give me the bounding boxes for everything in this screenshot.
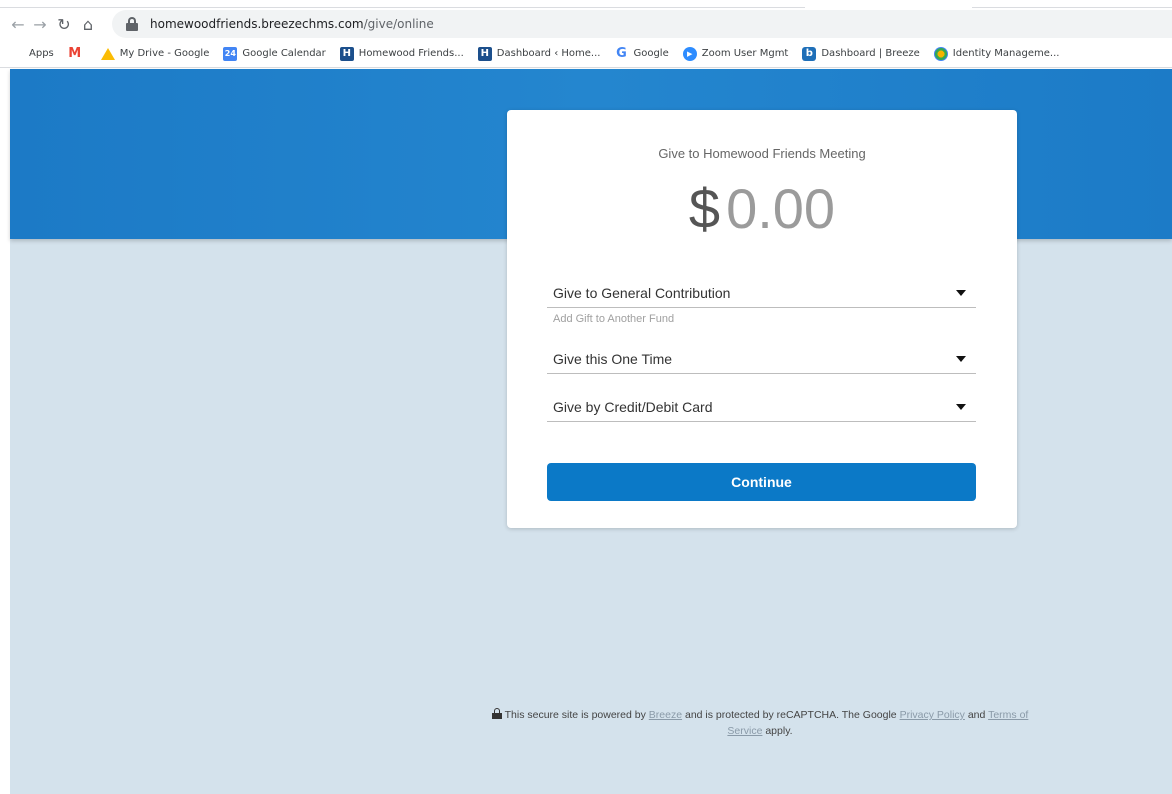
bookmark-my-drive[interactable]: My Drive - Google <box>100 47 209 60</box>
browser-toolbar: ← → ↻ ⌂ homewoodfriends.breezechms.com/g… <box>0 8 1172 40</box>
homewood-h-icon: H <box>339 46 354 61</box>
lock-icon <box>491 708 502 719</box>
tab-strip <box>0 0 1172 8</box>
giving-card: Give to Homewood Friends Meeting $0.00 G… <box>507 110 1017 528</box>
google-calendar-icon: 24 <box>223 46 238 61</box>
giving-title: Give to Homewood Friends Meeting <box>658 146 866 161</box>
continue-button[interactable]: Continue <box>547 463 976 501</box>
bookmark-dashboard-breeze[interactable]: b Dashboard | Breeze <box>802 46 920 61</box>
fund-select-value: Give to General Contribution <box>553 284 731 301</box>
amount-value: 0.00 <box>726 177 836 240</box>
bookmark-identity-management[interactable]: Identity Manageme... <box>933 46 1059 61</box>
google-g-icon: G <box>616 46 627 61</box>
forward-arrow-icon[interactable]: → <box>30 14 50 34</box>
identity-icon <box>933 46 948 61</box>
add-fund-link[interactable]: Add Gift to Another Fund <box>553 313 674 325</box>
lock-icon[interactable] <box>126 17 138 31</box>
bookmark-google-calendar[interactable]: 24 Google Calendar <box>223 46 326 61</box>
bookmark-homewood-friends[interactable]: H Homewood Friends... <box>339 46 464 61</box>
currency-symbol: $ <box>688 177 721 240</box>
caret-down-icon <box>956 290 966 296</box>
bookmark-dashboard-home[interactable]: H Dashboard ‹ Home... <box>477 46 600 61</box>
page-content: Give to Homewood Friends Meeting $0.00 G… <box>0 69 1172 794</box>
zoom-icon: ▶ <box>682 46 697 61</box>
reload-icon[interactable]: ↻ <box>54 14 74 34</box>
amount-input[interactable]: $0.00 <box>507 174 1017 244</box>
apps-grid-icon <box>10 47 24 61</box>
fund-select[interactable]: Give to General Contribution <box>547 278 976 308</box>
homewood-h-icon: H <box>477 46 492 61</box>
home-icon[interactable]: ⌂ <box>78 14 98 34</box>
bookmark-gmail[interactable]: M <box>68 46 87 61</box>
bookmark-zoom-user-mgmt[interactable]: ▶ Zoom User Mgmt <box>682 46 788 61</box>
address-bar[interactable]: homewoodfriends.breezechms.com/give/onli… <box>112 10 1172 38</box>
payment-method-select[interactable]: Give by Credit/Debit Card <box>547 392 976 422</box>
frequency-select-value: Give this One Time <box>553 350 673 367</box>
bookmark-google[interactable]: G Google <box>614 46 669 61</box>
breeze-b-icon: b <box>802 46 817 61</box>
privacy-policy-link[interactable]: Privacy Policy <box>900 709 965 721</box>
breeze-link[interactable]: Breeze <box>649 709 682 721</box>
url-text[interactable]: homewoodfriends.breezechms.com/give/onli… <box>150 17 434 31</box>
frequency-select[interactable]: Give this One Time <box>547 344 976 374</box>
bookmark-apps[interactable]: Apps <box>10 47 54 61</box>
back-arrow-icon[interactable]: ← <box>8 14 28 34</box>
caret-down-icon <box>956 356 966 362</box>
bookmarks-bar: Apps M My Drive - Google 24 Google Calen… <box>0 40 1172 68</box>
footer-notice: This secure site is powered by Breeze an… <box>490 707 1030 739</box>
caret-down-icon <box>956 404 966 410</box>
gmail-icon: M <box>68 46 82 61</box>
payment-method-select-value: Give by Credit/Debit Card <box>553 398 713 415</box>
google-drive-icon <box>100 47 115 60</box>
